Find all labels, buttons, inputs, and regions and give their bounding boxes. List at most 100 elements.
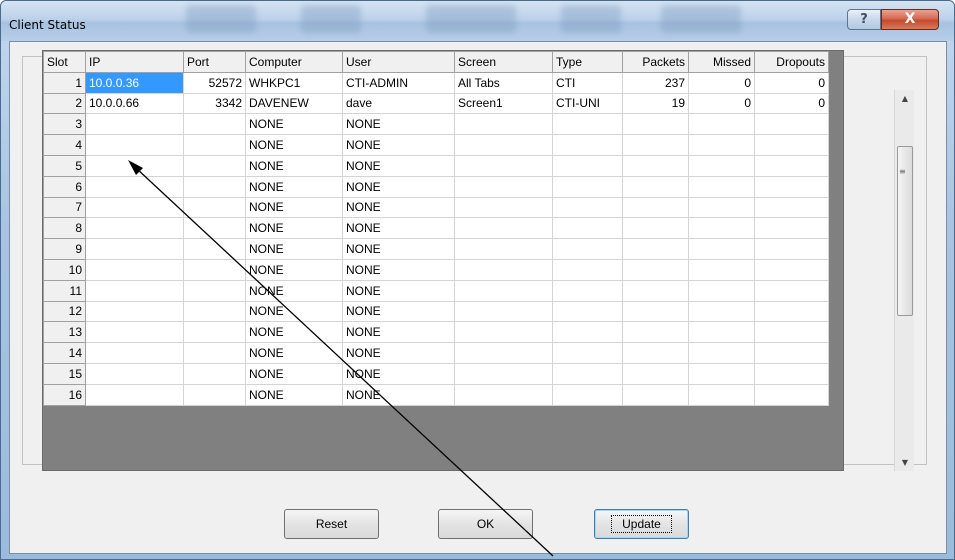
cell-computer[interactable]: NONE: [245, 217, 343, 240]
cell-dropouts[interactable]: [754, 175, 829, 198]
cell-packets[interactable]: [622, 383, 689, 406]
cell-user[interactable]: dave: [342, 92, 455, 115]
table-row[interactable]: 12 NONE NONE: [43, 300, 829, 323]
column-header-slot[interactable]: Slot: [43, 51, 86, 73]
cell-port[interactable]: [183, 362, 246, 385]
cell-screen[interactable]: [454, 238, 553, 260]
cell-missed[interactable]: [688, 196, 755, 219]
cell-user[interactable]: NONE: [342, 258, 455, 281]
cell-missed[interactable]: [688, 383, 755, 406]
cell-screen[interactable]: [454, 196, 553, 219]
cell-dropouts[interactable]: [754, 134, 829, 156]
table-row[interactable]: 6 NONE NONE: [43, 175, 829, 198]
cell-port[interactable]: [183, 258, 246, 281]
cell-port[interactable]: [183, 238, 246, 260]
cell-packets[interactable]: [622, 134, 689, 156]
cell-missed[interactable]: [688, 321, 755, 344]
cell-screen[interactable]: [454, 113, 553, 136]
cell-packets[interactable]: [622, 113, 689, 136]
cell-slot[interactable]: 11: [43, 279, 86, 302]
column-header-packets[interactable]: Packets: [622, 51, 689, 73]
cell-dropouts[interactable]: [754, 258, 829, 281]
cell-type[interactable]: [552, 279, 623, 302]
cell-ip[interactable]: [85, 217, 184, 240]
cell-port[interactable]: [183, 383, 246, 406]
cell-packets[interactable]: [622, 258, 689, 281]
table-row[interactable]: 15 NONE NONE: [43, 362, 829, 385]
cell-type[interactable]: [552, 196, 623, 219]
cell-packets[interactable]: [622, 196, 689, 219]
cell-missed[interactable]: [688, 258, 755, 281]
cell-ip[interactable]: [85, 134, 184, 156]
cell-computer[interactable]: NONE: [245, 154, 343, 177]
cell-missed[interactable]: [688, 217, 755, 240]
cell-dropouts[interactable]: [754, 300, 829, 323]
cell-port[interactable]: [183, 175, 246, 198]
cell-packets[interactable]: [622, 362, 689, 385]
cell-screen[interactable]: [454, 362, 553, 385]
column-header-computer[interactable]: Computer: [245, 51, 343, 73]
cell-type[interactable]: [552, 342, 623, 364]
cell-slot[interactable]: 5: [43, 154, 86, 177]
cell-dropouts[interactable]: 0: [754, 92, 829, 115]
client-grid[interactable]: Slot IP Port Computer User Screen Type Packets M…: [42, 50, 844, 471]
table-row[interactable]: 5 NONE NONE: [43, 154, 829, 177]
cell-port[interactable]: [183, 154, 246, 177]
cell-packets[interactable]: [622, 154, 689, 177]
cell-slot[interactable]: 14: [43, 342, 86, 364]
cell-ip[interactable]: [85, 175, 184, 198]
cell-slot[interactable]: 16: [43, 383, 86, 406]
cell-type[interactable]: [552, 175, 623, 198]
scroll-up-arrow-icon[interactable]: ▲: [895, 90, 915, 107]
cell-packets[interactable]: 237: [622, 71, 689, 94]
cell-ip[interactable]: [85, 321, 184, 344]
cell-screen[interactable]: [454, 134, 553, 156]
cell-port[interactable]: [183, 217, 246, 240]
cell-computer[interactable]: NONE: [245, 279, 343, 302]
cell-dropouts[interactable]: [754, 238, 829, 260]
cell-packets[interactable]: [622, 175, 689, 198]
column-header-user[interactable]: User: [342, 51, 455, 73]
table-row[interactable]: 3 NONE NONE: [43, 113, 829, 136]
cell-packets[interactable]: [622, 238, 689, 260]
reset-button[interactable]: Reset: [284, 509, 379, 539]
column-header-dropouts[interactable]: Dropouts: [754, 51, 829, 73]
title-bar[interactable]: Client Status ? X: [1, 1, 954, 41]
cell-dropouts[interactable]: [754, 196, 829, 219]
cell-missed[interactable]: [688, 362, 755, 385]
cell-screen[interactable]: All Tabs: [454, 71, 553, 94]
cell-slot[interactable]: 12: [43, 300, 86, 323]
cell-user[interactable]: NONE: [342, 175, 455, 198]
cell-ip[interactable]: 10.0.0.36: [85, 71, 184, 94]
cell-computer[interactable]: NONE: [245, 238, 343, 260]
cell-screen[interactable]: [454, 175, 553, 198]
cell-slot[interactable]: 6: [43, 175, 86, 198]
cell-dropouts[interactable]: [754, 321, 829, 344]
cell-slot[interactable]: 3: [43, 113, 86, 136]
cell-slot[interactable]: 7: [43, 196, 86, 219]
cell-computer[interactable]: NONE: [245, 134, 343, 156]
cell-slot[interactable]: 15: [43, 362, 86, 385]
cell-screen[interactable]: [454, 342, 553, 364]
cell-ip[interactable]: [85, 258, 184, 281]
cell-slot[interactable]: 13: [43, 321, 86, 344]
cell-dropouts[interactable]: [754, 217, 829, 240]
cell-missed[interactable]: [688, 342, 755, 364]
cell-missed[interactable]: [688, 300, 755, 323]
cell-computer[interactable]: NONE: [245, 113, 343, 136]
table-row[interactable]: 1 10.0.0.36 52572 WHKPC1 CTI-ADMIN All Tabs CT…: [43, 71, 829, 94]
table-row[interactable]: 9 NONE NONE: [43, 238, 829, 260]
cell-type[interactable]: [552, 113, 623, 136]
cell-missed[interactable]: [688, 238, 755, 260]
cell-ip[interactable]: [85, 279, 184, 302]
table-row[interactable]: 14 NONE NONE: [43, 342, 829, 364]
cell-missed[interactable]: 0: [688, 71, 755, 94]
cell-port[interactable]: [183, 113, 246, 136]
cell-computer[interactable]: DAVENEW: [245, 92, 343, 115]
cell-type[interactable]: [552, 238, 623, 260]
cell-screen[interactable]: [454, 383, 553, 406]
cell-ip[interactable]: 10.0.0.66: [85, 92, 184, 115]
cell-slot[interactable]: 8: [43, 217, 86, 240]
cell-computer[interactable]: NONE: [245, 321, 343, 344]
cell-missed[interactable]: [688, 154, 755, 177]
